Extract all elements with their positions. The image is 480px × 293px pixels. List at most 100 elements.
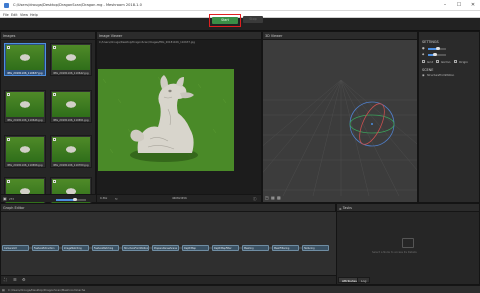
gizmo-checkbox[interactable]: [436, 60, 439, 63]
graph-node-camera-init[interactable]: CameraInit: [2, 245, 29, 251]
graph-node-structure-from-motion[interactable]: StructureFromMotion: [122, 245, 149, 251]
minimize-button[interactable]: –: [438, 0, 452, 10]
thumbnail-label: IMG_20181106_110651.jpg: [53, 118, 89, 122]
settings-icon[interactable]: ⚙: [22, 278, 26, 282]
image-resolution: 4608x3456: [172, 197, 187, 200]
dragon-statue-image: [98, 69, 234, 171]
menu-edit[interactable]: Edit: [11, 13, 18, 17]
checkbox-icon[interactable]: [53, 180, 56, 183]
images-panel-title: Images: [1, 32, 95, 40]
stop-button[interactable]: Stop: [243, 16, 263, 23]
checkbox-icon[interactable]: [7, 138, 10, 141]
camera-scale-icon: ◆: [422, 52, 425, 56]
menu-file[interactable]: File: [3, 13, 9, 17]
start-button-highlight: Start: [209, 14, 241, 27]
tab-log[interactable]: Log: [357, 277, 371, 283]
gizmo-label: Gizmo: [441, 60, 451, 64]
image-thumbnail[interactable]: IMG_20181106_110637.jpg: [4, 43, 46, 76]
zoom-level: 0.36x: [100, 197, 108, 200]
image-viewer-footer: 0.36x ↻ 4608x3456 ⓘ: [97, 194, 261, 202]
camera-scale-slider[interactable]: [428, 52, 446, 57]
visibility-icon[interactable]: ◉: [422, 73, 425, 77]
camera-icon[interactable]: ◳: [265, 196, 269, 200]
node-label: DepthMap: [184, 247, 196, 250]
checkbox-icon[interactable]: [53, 138, 56, 141]
settings-title: SETTINGS: [422, 40, 439, 44]
point-size-knob[interactable]: [436, 46, 440, 51]
node-label: Texturing: [304, 247, 315, 250]
tasks-icon: ⚙: [339, 206, 342, 211]
image-viewer-canvas[interactable]: [98, 69, 234, 171]
images-panel-footer: ▣ 273: [1, 194, 97, 202]
3d-viewer-panel[interactable]: 3D Viewer ◳ ▦ ▩: [262, 31, 418, 203]
start-button[interactable]: Start: [212, 17, 238, 24]
thumbnail-label: IMG_20181106_110656.jpg: [7, 163, 43, 167]
graph-editor-footer: ⛶ ☰ ⚙: [1, 275, 337, 284]
checkbox-icon[interactable]: [7, 46, 10, 49]
origin-checkbox[interactable]: [454, 60, 457, 63]
scene-title: SCENE: [422, 68, 434, 72]
app-icon: [4, 3, 9, 8]
info-icon[interactable]: ⓘ: [253, 197, 257, 201]
fit-graph-icon[interactable]: ⛶: [4, 278, 7, 282]
thumbnail-label: IMG_20181106_110700.jpg: [53, 163, 89, 167]
node-label: StructureFromMotion: [124, 247, 149, 250]
menu-help[interactable]: Help: [30, 13, 38, 17]
graph-editor-panel[interactable]: Graph Editor CameraInit FeatureExtractio…: [0, 203, 337, 285]
node-details-icon: [402, 238, 414, 248]
graph-node-image-matching[interactable]: ImageMatching: [62, 245, 89, 251]
3d-viewer-toolbar: ◳ ▦ ▩: [265, 195, 295, 201]
checkbox-icon[interactable]: [7, 93, 10, 96]
point-size-slider[interactable]: [428, 46, 446, 51]
image-icon: ▣: [3, 196, 7, 201]
image-thumbnail[interactable]: IMG_20181106_110642.jpg: [50, 43, 92, 76]
graph-node-meshing[interactable]: Meshing: [242, 245, 269, 251]
camera-scale-knob[interactable]: [433, 52, 437, 57]
window-title-bar: C:/Users/drouga/Desktop/DragonScan/Drago…: [0, 0, 480, 11]
node-label: PrepareDenseScene: [154, 247, 178, 250]
node-label: CameraInit: [4, 247, 17, 250]
graph-node-depth-map-filter[interactable]: DepthMapFilter: [212, 245, 239, 251]
folder-icon[interactable]: ▤: [2, 288, 5, 292]
checkbox-icon[interactable]: [53, 93, 56, 96]
graph-editor-title: Graph Editor: [1, 204, 335, 212]
thumbnail-size-knob[interactable]: [73, 197, 77, 202]
image-thumbnail[interactable]: IMG_20181106_110651.jpg: [50, 90, 92, 123]
maximize-button[interactable]: ☐: [452, 0, 466, 10]
graph-node-depth-map[interactable]: DepthMap: [182, 245, 209, 251]
image-path: C:/Users/drouga/Desktop/DragonScan/Image…: [99, 41, 195, 44]
image-thumbnail[interactable]: IMG_20181106_110656.jpg: [4, 135, 46, 168]
graph-node-texturing[interactable]: Texturing: [302, 245, 329, 251]
images-panel: Images IMG_20181106_110637.jpg IMG_20181…: [0, 31, 97, 210]
image-thumbnail[interactable]: IMG_20181106_110646.jpg: [4, 90, 46, 123]
graph-node-prepare-dense-scene[interactable]: PrepareDenseScene: [152, 245, 179, 251]
thumbnail-size-slider[interactable]: [56, 197, 86, 202]
thumbnail-image: [52, 92, 90, 117]
graph-node-feature-matching[interactable]: FeatureMatching: [92, 245, 119, 251]
menu-view[interactable]: View: [20, 13, 28, 17]
layout-icon[interactable]: ☰: [13, 278, 17, 282]
render-mode-icon[interactable]: ▩: [277, 196, 281, 200]
3d-settings-panel: SETTINGS ● ◆ Grid Gizmo Origin SCENE ◉ S…: [418, 31, 480, 203]
node-label: DepthMapFilter: [214, 247, 232, 250]
checkbox-icon[interactable]: [7, 180, 10, 183]
grid-checkbox[interactable]: [422, 60, 425, 63]
tasks-placeholder: Select a Node to access its Details: [372, 251, 417, 254]
tasks-title-label: Tasks: [342, 206, 352, 210]
thumbnail-label: IMG_20181106_110637.jpg: [7, 71, 43, 75]
thumbnail-image: [6, 137, 44, 162]
thumbnail-image: [6, 45, 44, 70]
fit-view-icon[interactable]: ▦: [271, 196, 275, 200]
scene-item-label[interactable]: StructureFromMotion: [427, 74, 454, 77]
image-thumbnail[interactable]: IMG_20181106_110700.jpg: [50, 135, 92, 168]
close-button[interactable]: ✕: [466, 0, 480, 10]
3d-grid: [263, 79, 417, 196]
graph-node-mesh-filtering[interactable]: MeshFiltering: [272, 245, 299, 251]
tasks-panel: ⚙ Tasks Select a Node to access its Deta…: [336, 203, 480, 285]
fit-icon[interactable]: ↻: [115, 197, 118, 201]
checkbox-icon[interactable]: [53, 46, 56, 49]
image-count: 273: [9, 197, 14, 201]
image-viewer-title: Image Viewer: [97, 32, 261, 40]
graph-node-feature-extraction[interactable]: FeatureExtraction: [32, 245, 59, 251]
thumbnail-image: [6, 92, 44, 117]
